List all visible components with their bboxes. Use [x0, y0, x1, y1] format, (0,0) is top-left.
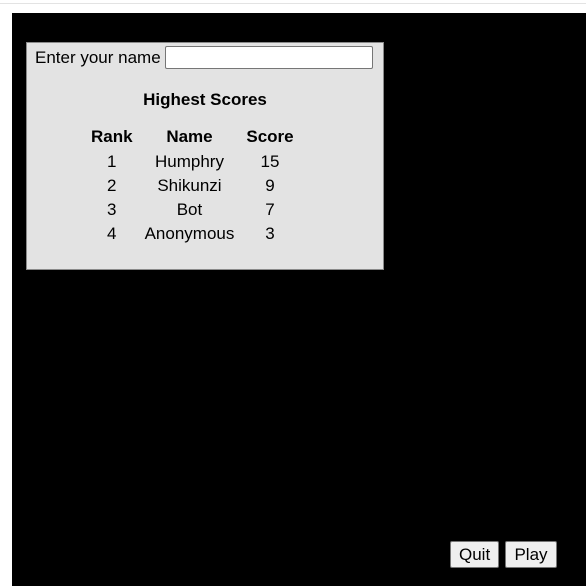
leaderboard-table: Rank Name Score 1 Humphry 15 2 Shikunzi …: [85, 126, 300, 246]
play-button[interactable]: Play: [505, 541, 557, 568]
leaderboard-title: Highest Scores: [143, 90, 267, 109]
quit-button[interactable]: Quit: [450, 541, 499, 568]
scoreboard-panel: Enter your name Highest Scores Rank Name…: [26, 42, 384, 270]
rank-cell: 2: [107, 176, 117, 195]
rank-cell: 3: [107, 200, 117, 219]
rank-cell: 1: [107, 152, 117, 171]
player-name-cell: Anonymous: [144, 224, 235, 243]
score-cell: 7: [265, 200, 275, 219]
column-header-rank: Rank: [91, 127, 133, 146]
table-row: 1 Humphry 15: [85, 150, 300, 174]
name-entry-row: Enter your name: [35, 46, 373, 69]
table-row: 3 Bot 7: [85, 198, 300, 222]
table-row: 4 Anonymous 3: [85, 222, 300, 246]
leaderboard-header-row: Rank Name Score: [85, 126, 300, 150]
game-canvas[interactable]: Enter your name Highest Scores Rank Name…: [12, 13, 586, 586]
table-row: 2 Shikunzi 9: [85, 174, 300, 198]
top-strip: [0, 0, 586, 4]
name-label: Enter your name: [35, 47, 161, 67]
player-name-cell: Humphry: [154, 152, 224, 171]
player-name-cell: Bot: [176, 200, 203, 219]
score-cell: 15: [260, 152, 280, 171]
rank-cell: 4: [107, 224, 117, 243]
score-cell: 9: [265, 176, 275, 195]
player-name-cell: Shikunzi: [157, 176, 222, 195]
column-header-score: Score: [246, 127, 294, 146]
score-cell: 3: [265, 224, 275, 243]
name-input[interactable]: [164, 46, 373, 69]
column-header-name: Name: [166, 127, 213, 146]
